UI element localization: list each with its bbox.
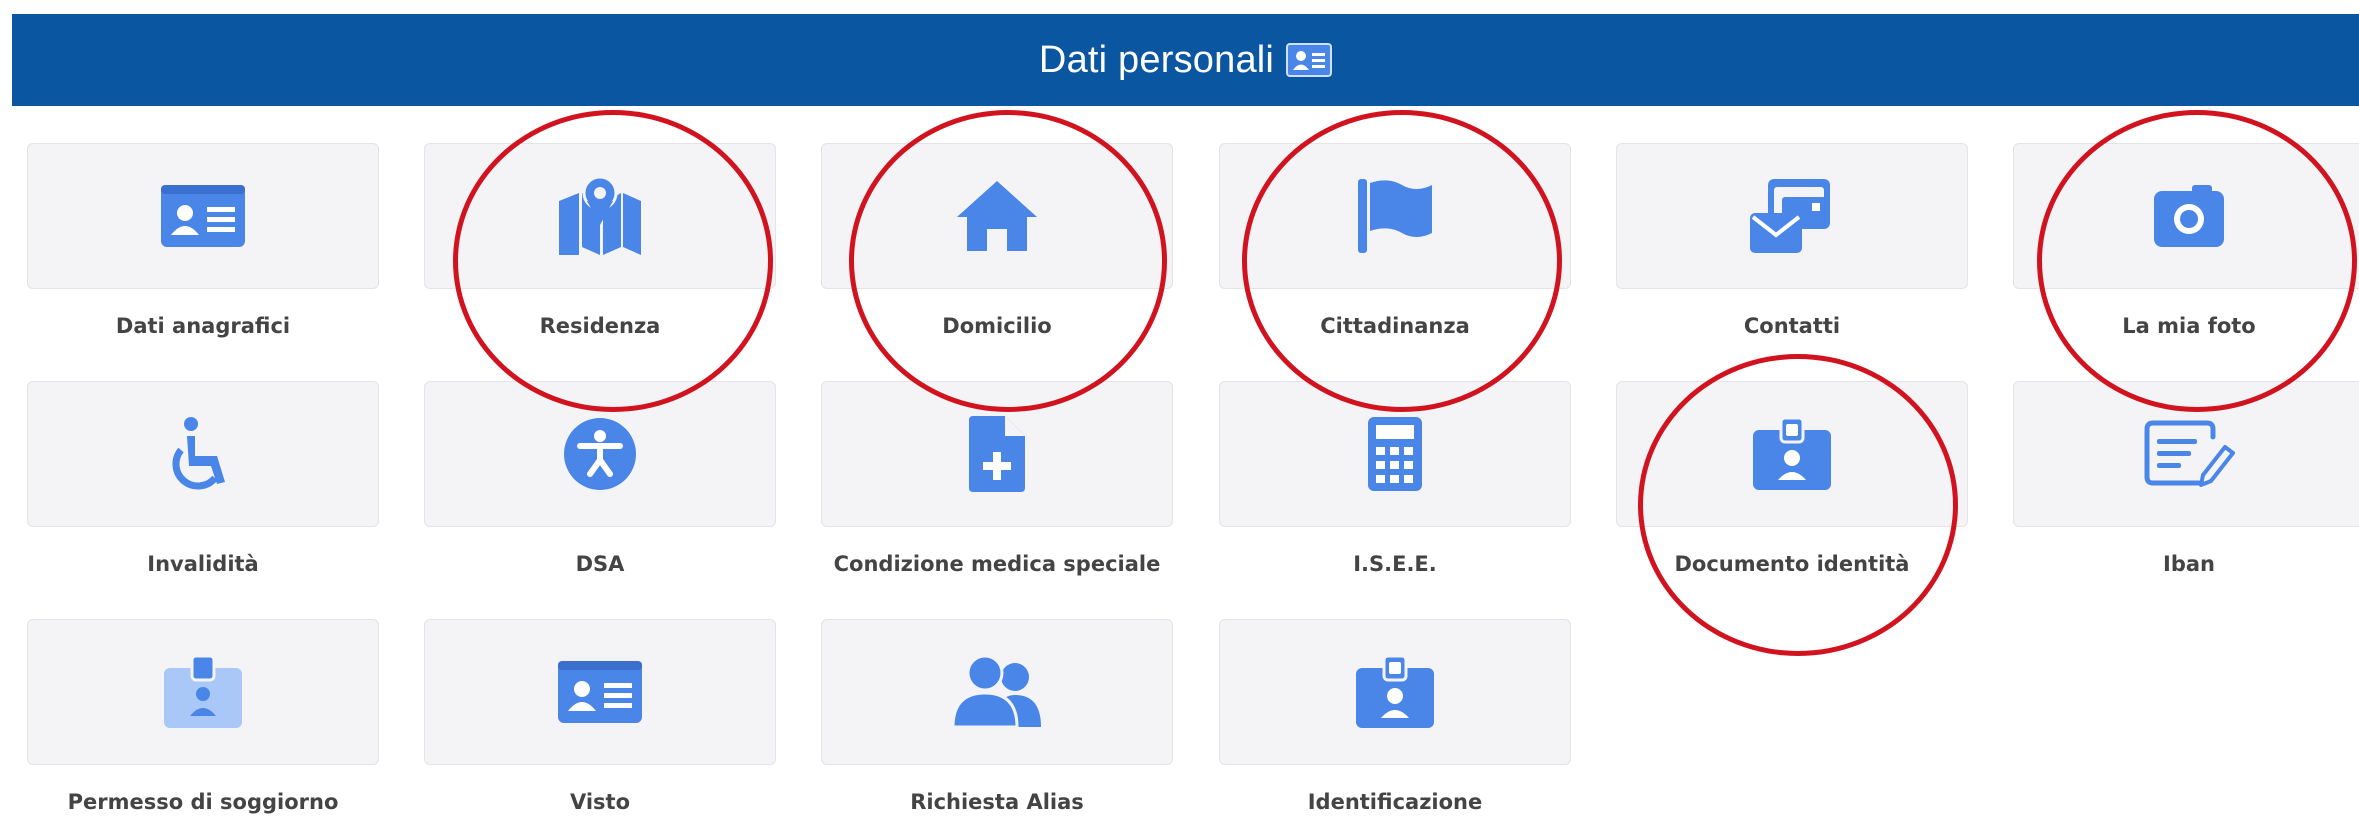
camera-icon xyxy=(2154,185,2224,247)
tile-documento-identita[interactable] xyxy=(1616,381,1968,527)
tile-domicilio[interactable] xyxy=(821,143,1173,289)
tile-iban[interactable] xyxy=(2013,381,2359,527)
tile-label: Condizione medica speciale xyxy=(833,552,1161,576)
tile-label: Contatti xyxy=(1743,314,1841,338)
flag-icon xyxy=(1358,179,1432,253)
tile-label: La mia foto xyxy=(2122,314,2256,338)
tile-dati-anagrafici[interactable] xyxy=(27,143,379,289)
tile-label: Dati anagrafici xyxy=(115,314,291,338)
signature-icon xyxy=(2144,420,2235,487)
id-badge-light-icon xyxy=(164,654,242,728)
tile-richiesta-alias[interactable] xyxy=(821,619,1173,765)
map-icon xyxy=(559,175,641,255)
tile-label: Invalidità xyxy=(147,552,259,576)
page-title: Dati personali xyxy=(1038,38,1275,81)
tile-invalidita[interactable] xyxy=(27,381,379,527)
users-icon xyxy=(951,655,1041,729)
tile-label: Domicilio xyxy=(942,314,1052,338)
tile-condizione-medica[interactable] xyxy=(821,381,1173,527)
id-badge-icon xyxy=(1753,416,1831,490)
id-card-icon xyxy=(558,661,642,723)
wheelchair-icon xyxy=(172,417,225,490)
tile-label: Visto xyxy=(569,790,631,814)
id-badge-icon xyxy=(1356,654,1434,728)
tile-la-mia-foto[interactable] xyxy=(2013,143,2359,289)
id-card-icon xyxy=(161,185,245,247)
tile-label: Identificazione xyxy=(1307,790,1483,814)
tile-label: Richiesta Alias xyxy=(910,790,1084,814)
tile-residenza[interactable] xyxy=(424,143,776,289)
tile-label: DSA xyxy=(575,552,625,576)
tile-cittadinanza[interactable] xyxy=(1219,143,1571,289)
tile-label: I.S.E.E. xyxy=(1353,552,1437,576)
tile-isee[interactable] xyxy=(1219,381,1571,527)
accessibility-icon xyxy=(564,418,636,490)
tile-permesso-soggiorno[interactable] xyxy=(27,619,379,765)
medical-file-icon xyxy=(969,416,1025,492)
id-card-icon xyxy=(1286,43,1333,77)
tile-label: Cittadinanza xyxy=(1320,314,1470,338)
tile-identificazione[interactable] xyxy=(1219,619,1571,765)
tile-contatti[interactable] xyxy=(1616,143,1968,289)
tile-label: Iban xyxy=(2163,552,2215,576)
home-icon xyxy=(957,181,1037,251)
tile-label: Residenza xyxy=(539,314,661,338)
page-header: Dati personali xyxy=(12,14,2359,106)
calculator-icon xyxy=(1368,417,1422,491)
tile-visto[interactable] xyxy=(424,619,776,765)
tile-label: Documento identità xyxy=(1674,552,1910,576)
tile-dsa[interactable] xyxy=(424,381,776,527)
contacts-envelope-icon xyxy=(1750,179,1830,253)
tile-label: Permesso di soggiorno xyxy=(67,790,339,814)
